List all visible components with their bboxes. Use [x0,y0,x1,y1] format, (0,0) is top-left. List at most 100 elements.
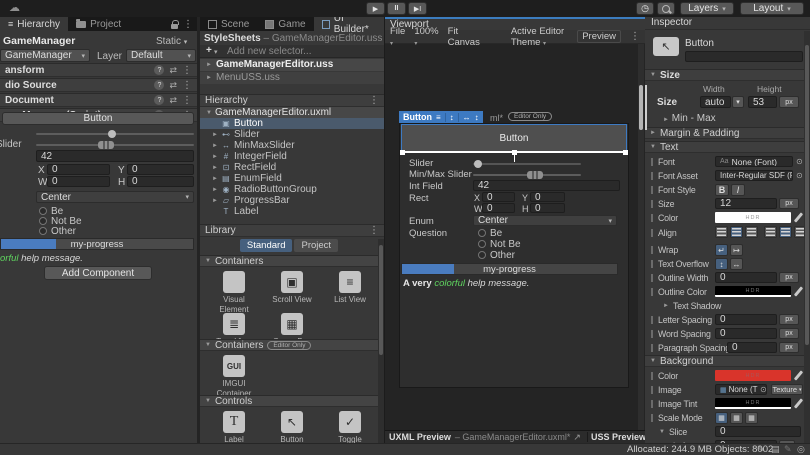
library-item-visual-element[interactable]: Visual Element [206,271,262,314]
tab-hierarchy[interactable]: ≡ Hierarchy [0,17,69,31]
containers-editor-only-header[interactable]: ▼ Containers Editor Only [200,339,384,351]
font-asset-object-field[interactable]: Inter-Regular SDF (F [715,170,793,181]
containers-section-header[interactable]: ▼ Containers [200,255,384,267]
tree-item-minmaxslider[interactable]: ► ↔ MinMaxSlider [200,140,384,151]
resize-handle-left[interactable] [400,150,405,155]
radio-not-be[interactable] [478,240,486,248]
foldout-icon[interactable]: ► [212,187,218,193]
foldout-icon[interactable]: ► [206,75,212,81]
width-field[interactable]: auto [700,96,731,108]
layers-dropdown[interactable]: Layers ▾ [680,2,734,15]
add-component-button[interactable]: Add Component [44,266,152,280]
y-field[interactable]: 0 [530,192,565,202]
stretch-icon[interactable]: ↕ [475,113,479,122]
play-button[interactable]: ▶ [366,2,385,15]
h-field[interactable]: 0 [127,176,194,187]
inspector-minmax-slider[interactable] [36,141,194,149]
kebab-icon[interactable]: ⋮ [182,65,192,76]
edit-disabled-icon[interactable]: ✎ [784,444,792,455]
foldout-icon[interactable]: ► [212,154,218,160]
tab-game[interactable]: Game [257,17,313,31]
library-item-button-control[interactable]: ↖ Button [264,411,320,445]
foldout-icon[interactable]: ► [212,132,218,138]
inspector-preview-button[interactable]: Button [2,112,194,125]
fit-canvas-button[interactable]: Fit Canvas [448,26,480,48]
open-external-icon[interactable]: ↗ [570,432,584,443]
height-field[interactable]: 53 [748,96,777,108]
eyedropper-icon[interactable] [793,398,804,409]
radio-be[interactable] [478,229,486,237]
image-tint-swatch[interactable]: HDR [715,398,791,409]
w-field[interactable]: 0 [47,176,110,187]
paragraph-spacing-field[interactable]: 0 [727,342,777,353]
unit-dropdown[interactable]: px [779,272,799,283]
preset-icon[interactable]: ⇄ [169,80,177,91]
step-button[interactable]: ▶I [408,2,427,15]
controls-section-header[interactable]: ▼ Controls [200,395,384,407]
uxml-preview-title[interactable]: UXML Preview [385,432,451,442]
scale-fill-button[interactable]: ▦ [745,412,758,424]
zoom-dropdown[interactable]: 100% ▾ [414,26,438,48]
layout-dropdown[interactable]: Layout ▾ [740,2,804,15]
foldout-icon[interactable]: ► [212,198,218,204]
y-field[interactable]: 0 [127,164,194,175]
overflow-clip-button[interactable]: ↕ [715,258,728,270]
align-center-button[interactable] [730,226,743,238]
status-check-icon[interactable]: ◎ [797,444,805,455]
preview-toggle[interactable]: Preview [577,30,621,43]
bold-button[interactable]: B [715,184,729,196]
slider-knob[interactable] [474,160,482,168]
kebab-icon[interactable]: ⋮ [183,19,193,30]
enum-dropdown[interactable]: Center ▾ [36,191,194,203]
unit-dropdown[interactable]: px [779,198,799,209]
foldout-icon[interactable]: ► [212,143,218,149]
slider-knob[interactable] [108,130,116,138]
theme-dropdown[interactable]: Active Editor Theme ▾ [511,26,568,48]
radio-other[interactable] [478,251,486,259]
image-type-dropdown[interactable]: Texture ▾ [771,384,803,395]
unit-dropdown[interactable]: px [779,342,799,353]
uss-row-1[interactable]: ► GameManagerEditor.uss [200,59,384,71]
console-icon[interactable]: ▤ [771,444,780,455]
uss-preview-title[interactable]: USS Preview [591,432,646,442]
object-picker-icon[interactable]: ⊙ [796,171,803,180]
margin-padding-header[interactable]: ► Margin & Padding [645,127,810,139]
viewport-scrollbar[interactable] [638,44,644,430]
add-selector-input[interactable]: Add new selector... [227,46,312,57]
eyedropper-icon[interactable] [793,286,804,297]
foldout-icon[interactable]: ► [212,176,218,182]
align-middle-button[interactable] [779,226,792,238]
inspector-slider[interactable] [36,130,194,138]
help-icon[interactable]: ? [154,65,165,75]
kebab-icon[interactable]: ⋮ [369,95,379,106]
tab-scene[interactable]: Scene [200,17,257,31]
pane-scroll-indicator[interactable] [645,85,647,130]
width-unit-dropdown[interactable]: ▾ [732,96,744,108]
wrap-on-button[interactable]: ↵ [715,244,728,256]
edit-icon[interactable]: ✎ [757,444,765,455]
radio-not-be[interactable] [39,217,47,225]
pause-button[interactable]: II [387,2,406,15]
tab-project[interactable]: Project [68,17,129,31]
h-field[interactable]: 0 [530,203,565,213]
italic-button[interactable]: I [731,184,745,196]
scale-fit-button[interactable]: ▦ [730,412,743,424]
w-field[interactable]: 0 [482,203,515,213]
foldout-icon[interactable]: ▼ [206,110,212,116]
align-icon[interactable]: ≡ [436,113,441,122]
uss-row-2[interactable]: ► MenuUSS.uss [200,72,384,84]
font-size-field[interactable]: 12 [715,198,777,209]
file-menu[interactable]: File ▾ [390,26,405,48]
tree-item-button[interactable]: ▣ Button [200,118,384,129]
tree-item-enumfield[interactable]: ► ▤ EnumField [200,173,384,184]
eyedropper-icon[interactable] [793,212,804,223]
library-tab-project[interactable]: Project [294,239,339,252]
library-tab-standard[interactable]: Standard [239,239,293,252]
color-swatch[interactable]: HDR [715,212,791,223]
unit-dropdown[interactable]: px [779,328,799,339]
wrap-off-button[interactable]: ↦ [730,244,743,256]
minmax-handle[interactable] [527,171,543,179]
scale-stretch-button[interactable]: ▦ [715,412,728,424]
tree-item-integerfield[interactable]: ► # IntegerField [200,151,384,162]
x-field[interactable]: 0 [47,164,110,175]
